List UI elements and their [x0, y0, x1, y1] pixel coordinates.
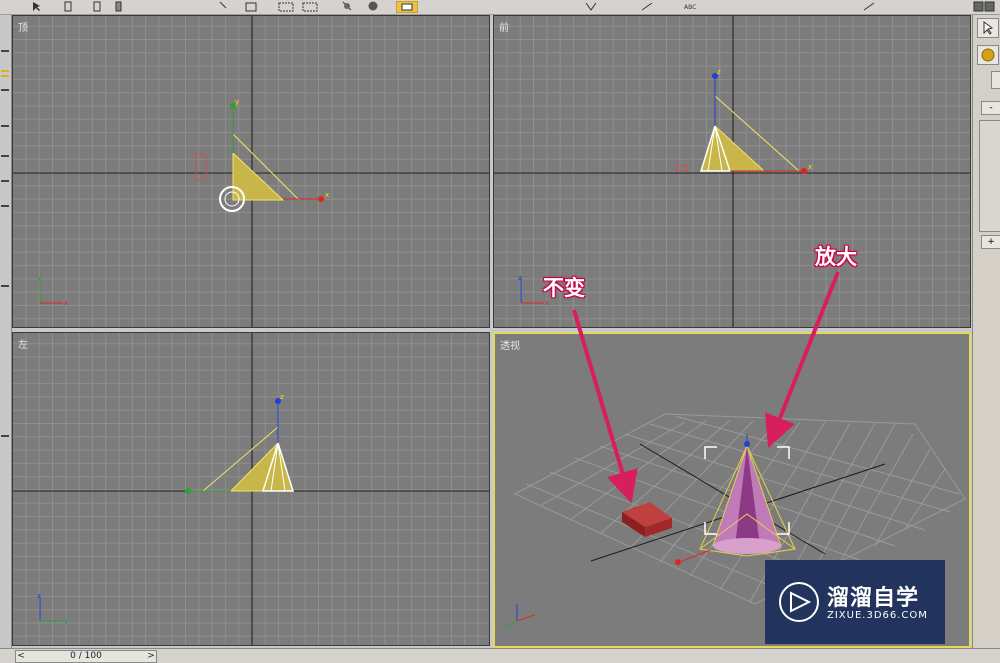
svg-text:z: z: [717, 68, 721, 76]
left-toolbar-strip: [0, 15, 12, 648]
viewport-left[interactable]: z z y 左: [12, 332, 490, 646]
svg-text:z: z: [280, 393, 284, 401]
bind-icon[interactable]: [112, 1, 126, 12]
viewport-top-canvas: y x y x: [13, 16, 489, 327]
svg-text:z: z: [37, 592, 41, 600]
svg-text:y: y: [64, 617, 68, 625]
time-slider[interactable]: < 0 / 100 >: [15, 650, 157, 663]
window-crossing-icon[interactable]: [244, 1, 258, 12]
panel-tab[interactable]: [991, 71, 1000, 89]
annotation-unchanged: 不变: [543, 276, 585, 300]
snap-icon[interactable]: [396, 1, 418, 13]
frame-counter: 0 / 100: [70, 651, 102, 661]
render-icon[interactable]: [862, 1, 876, 12]
mirror-icon[interactable]: [584, 1, 598, 12]
sphere-icon[interactable]: [977, 45, 999, 65]
select-icon[interactable]: [30, 1, 44, 12]
link-icon[interactable]: [62, 1, 76, 12]
viewport-label[interactable]: 顶: [18, 19, 28, 34]
viewport-top[interactable]: y x y x 顶: [12, 15, 490, 328]
svg-text:x: x: [64, 299, 68, 307]
svg-text:x: x: [808, 163, 812, 171]
minus-button[interactable]: -: [981, 101, 1000, 115]
viewport-label[interactable]: 左: [18, 336, 28, 351]
svg-text:y: y: [235, 98, 239, 106]
watermark-logo-icon: [779, 582, 819, 622]
quick-render-icon[interactable]: [972, 1, 996, 12]
viewport-left-canvas: z z y: [13, 333, 489, 645]
main-toolbar: ABC: [0, 0, 1000, 15]
axis-gizmo: [504, 604, 536, 628]
svg-text:x: x: [325, 191, 329, 199]
plus-button[interactable]: +: [981, 235, 1000, 249]
timeline-bar: < 0 / 100 >: [0, 648, 1000, 663]
watermark: 溜溜自学 ZIXUE.3D66.COM: [765, 560, 945, 644]
viewport-label[interactable]: 透视: [500, 337, 520, 352]
cursor-icon[interactable]: [977, 18, 999, 38]
unlink-icon[interactable]: [90, 1, 104, 12]
svg-text:z: z: [518, 274, 522, 282]
viewport-label[interactable]: 前: [499, 19, 509, 34]
move-icon[interactable]: [278, 1, 294, 12]
rollout-panel: [979, 120, 1000, 232]
box-object[interactable]: [676, 164, 688, 172]
watermark-title: 溜溜自学: [827, 586, 920, 611]
rotate-icon[interactable]: [302, 1, 318, 12]
abc-icon[interactable]: ABC: [682, 1, 704, 12]
material-icon[interactable]: [366, 1, 380, 12]
next-frame-button[interactable]: >: [146, 651, 156, 662]
box-object[interactable]: [195, 153, 207, 181]
watermark-url: ZIXUE.3D66.COM: [827, 610, 928, 621]
select-region-icon[interactable]: [218, 1, 232, 12]
command-panel: - +: [972, 15, 1000, 648]
align-icon[interactable]: [640, 1, 654, 12]
prev-frame-button[interactable]: <: [16, 651, 26, 662]
svg-text:y: y: [37, 274, 41, 282]
annotation-enlarge: 放大: [815, 245, 857, 269]
svg-text:ABC: ABC: [684, 4, 696, 11]
scale-icon[interactable]: [340, 1, 354, 12]
box-object[interactable]: [622, 502, 672, 537]
